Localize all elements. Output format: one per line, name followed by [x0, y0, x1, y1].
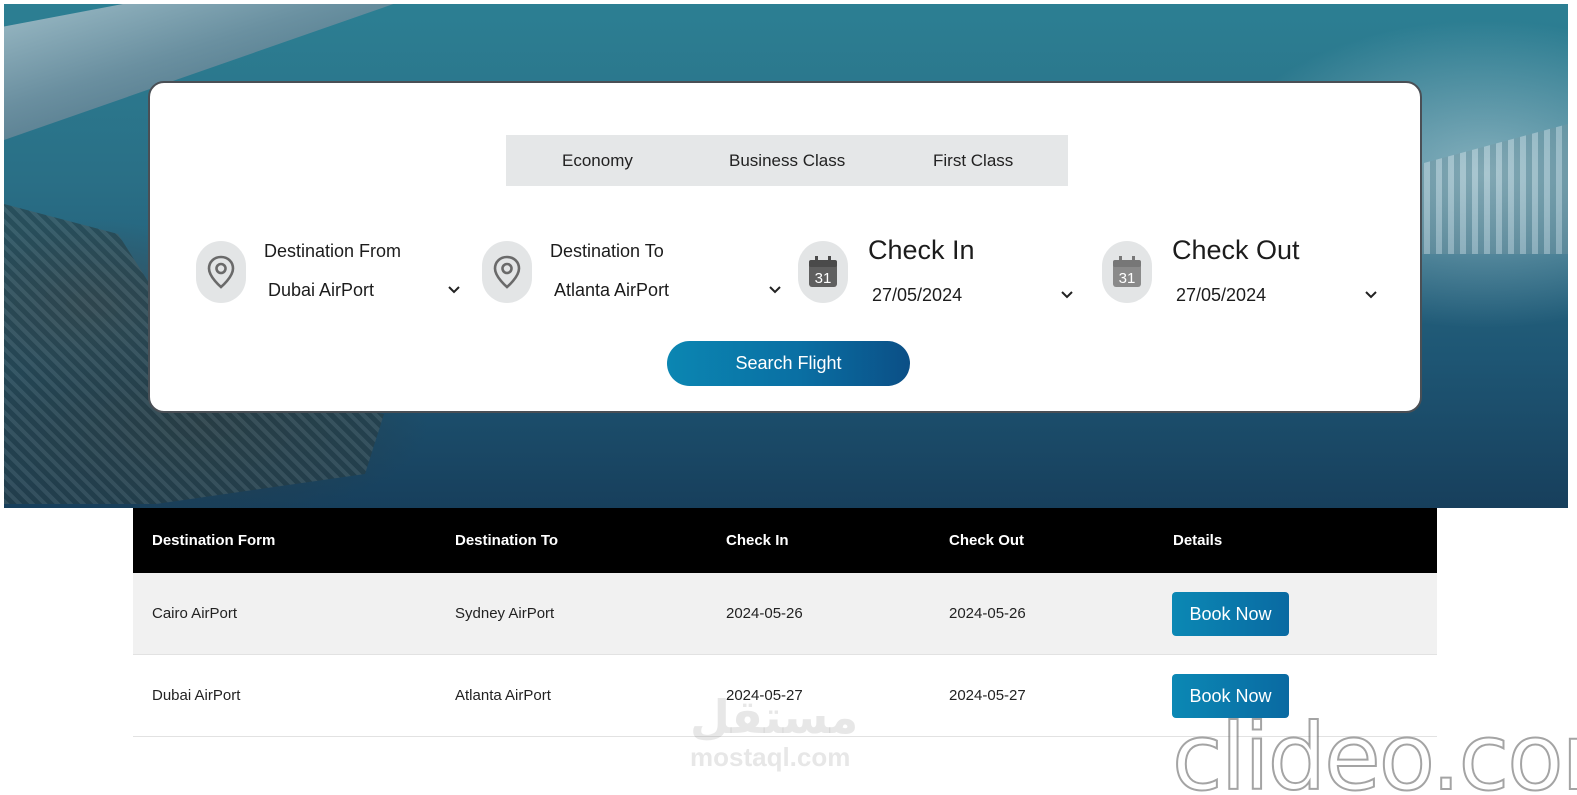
- column-header: Details: [1173, 532, 1223, 549]
- destination-from-select[interactable]: Dubai AirPort: [268, 280, 374, 301]
- table-header: Destination Form Destination To Check In…: [133, 508, 1437, 573]
- calendar-icon: 31: [798, 241, 848, 303]
- chevron-down-icon[interactable]: [1364, 290, 1378, 300]
- tab-economy[interactable]: Economy: [562, 151, 633, 171]
- column-header: Check Out: [949, 532, 1025, 549]
- cell-destination-to: Sydney AirPort: [455, 605, 555, 622]
- tab-business-class[interactable]: Business Class: [729, 151, 845, 171]
- check-in-field[interactable]: 31 Check In 27/05/2024: [798, 233, 1078, 313]
- column-header: Destination Form: [152, 532, 276, 549]
- cell-check-in: 2024-05-26: [726, 605, 803, 622]
- chevron-down-icon[interactable]: [447, 285, 461, 295]
- mostaql-watermark: mostaql.com: [690, 742, 851, 772]
- cell-check-out: 2024-05-27: [949, 687, 1026, 704]
- mostaql-watermark-arabic: مستقل: [690, 690, 859, 744]
- page: Economy Business Class First Class Desti…: [0, 0, 1577, 795]
- destination-from-field[interactable]: Destination From Dubai AirPort: [196, 233, 466, 303]
- destination-to-label: Destination To: [550, 241, 664, 261]
- location-pin-icon: [196, 241, 246, 303]
- calendar-icon: 31: [1102, 241, 1152, 303]
- chevron-down-icon[interactable]: [1060, 290, 1074, 300]
- check-in-label: Check In: [868, 235, 975, 265]
- check-out-label: Check Out: [1172, 235, 1300, 265]
- book-now-button[interactable]: Book Now: [1172, 592, 1289, 636]
- cell-destination-from: Cairo AirPort: [152, 605, 238, 622]
- destination-from-label: Destination From: [264, 241, 402, 261]
- destination-to-select[interactable]: Atlanta AirPort: [554, 280, 669, 301]
- destination-to-field[interactable]: Destination To Atlanta AirPort: [482, 233, 792, 303]
- cell-destination-from: Dubai AirPort: [152, 687, 241, 704]
- calendar-day: 31: [815, 270, 832, 287]
- cell-check-out: 2024-05-26: [949, 605, 1026, 622]
- check-out-field[interactable]: 31 Check Out 27/05/2024: [1102, 233, 1382, 313]
- table-row: Cairo AirPort Sydney AirPort 2024-05-26 …: [133, 573, 1437, 655]
- flight-search-card: Economy Business Class First Class Desti…: [148, 81, 1422, 413]
- location-pin-icon: [482, 241, 532, 303]
- search-flight-button[interactable]: Search Flight: [667, 341, 910, 386]
- check-in-date[interactable]: 27/05/2024: [872, 285, 962, 306]
- column-header: Check In: [726, 532, 789, 549]
- chevron-down-icon[interactable]: [768, 285, 782, 295]
- clideo-watermark: clideo.com: [1171, 704, 1577, 795]
- class-tabs: Economy Business Class First Class: [506, 135, 1068, 186]
- column-header: Destination To: [455, 532, 559, 549]
- check-out-date[interactable]: 27/05/2024: [1176, 285, 1266, 306]
- calendar-day: 31: [1119, 270, 1136, 287]
- cell-destination-to: Atlanta AirPort: [455, 687, 551, 704]
- tab-first-class[interactable]: First Class: [933, 151, 1013, 171]
